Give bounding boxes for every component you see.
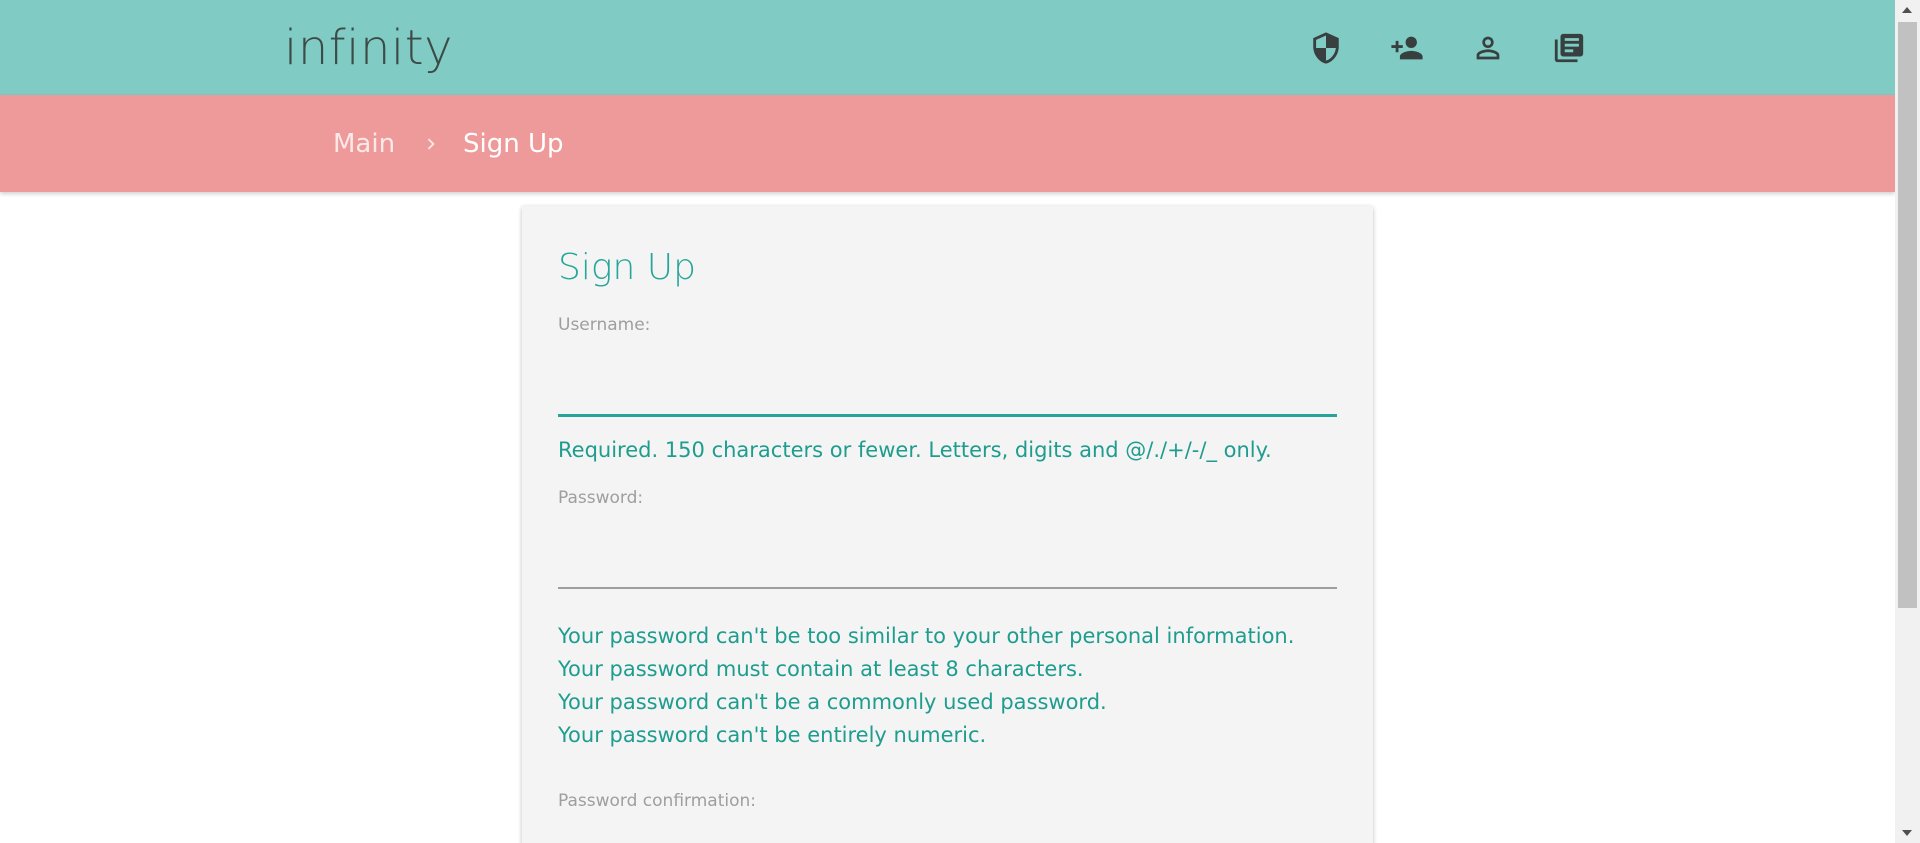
page: infinity Main Sign Up Sign Up Username: (0, 0, 1920, 843)
password-help-line: Your password can't be a commonly used p… (558, 690, 1107, 714)
password-confirmation-label: Password confirmation: (558, 791, 756, 811)
user-profile-icon[interactable] (1470, 30, 1506, 66)
form-title: Sign Up (558, 247, 696, 288)
password-underline (558, 587, 1337, 589)
breadcrumb-item-sign-up[interactable]: Sign Up (463, 128, 564, 160)
scroll-up-icon[interactable] (1895, 0, 1920, 20)
signup-card: Sign Up Username: Required. 150 characte… (522, 206, 1373, 843)
top-navbar: infinity (0, 0, 1895, 95)
password-confirmation-input[interactable] (558, 810, 1337, 843)
nav-icon-group (1308, 30, 1587, 66)
password-help-line: Your password must contain at least 8 ch… (558, 657, 1084, 681)
password-label: Password: (558, 488, 644, 508)
password-help-line: Your password can't be entirely numeric. (558, 723, 987, 747)
username-help-text: Required. 150 characters or fewer. Lette… (558, 438, 1272, 462)
password-input[interactable] (558, 506, 1337, 554)
admin-shield-icon[interactable] (1308, 30, 1344, 66)
username-underline (558, 414, 1337, 417)
add-user-icon[interactable] (1389, 30, 1425, 66)
library-books-icon[interactable] (1551, 30, 1587, 66)
chevron-right-icon (420, 131, 442, 157)
scroll-down-icon[interactable] (1895, 823, 1920, 843)
breadcrumb-item-main[interactable]: Main (333, 128, 395, 160)
password-help-line: Your password can't be too similar to yo… (558, 624, 1295, 648)
brand-logo[interactable]: infinity (284, 20, 453, 76)
breadcrumb: Main Sign Up (0, 95, 1895, 192)
scrollbar-thumb[interactable] (1898, 22, 1917, 608)
vertical-scrollbar[interactable] (1895, 0, 1920, 843)
username-input[interactable] (558, 332, 1337, 380)
